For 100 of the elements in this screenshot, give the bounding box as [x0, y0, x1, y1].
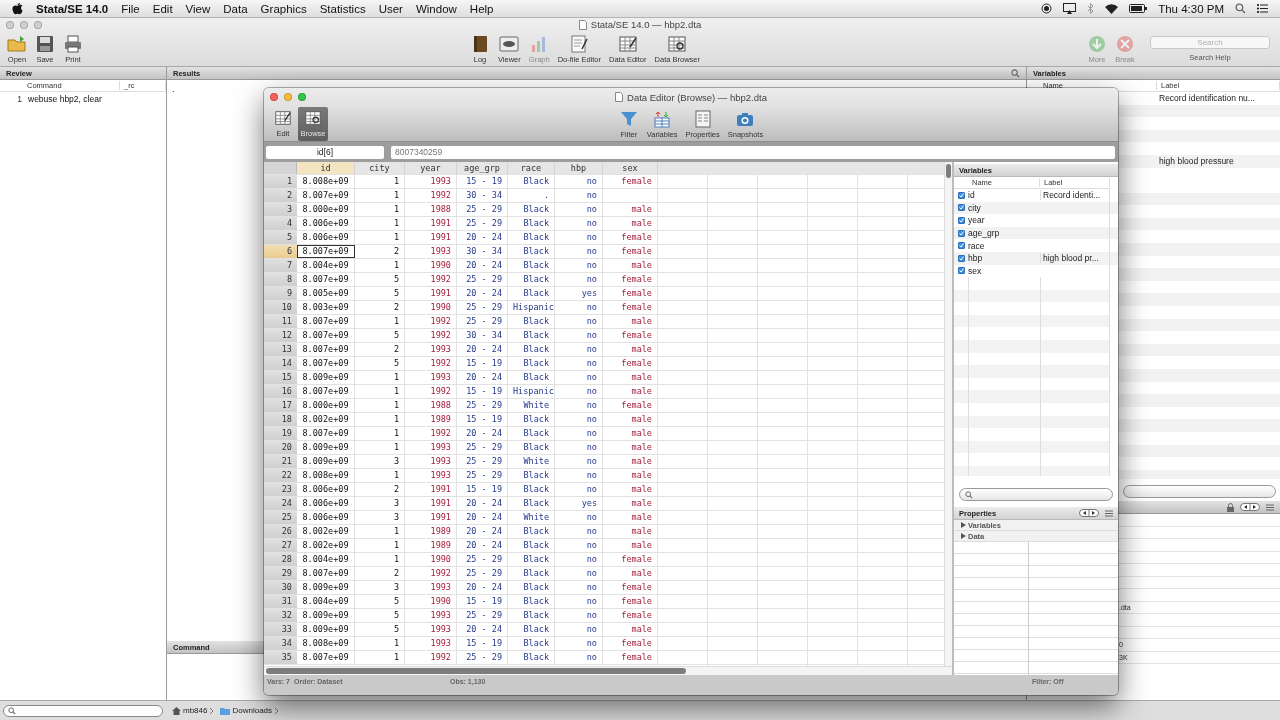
row-number[interactable]: 31	[264, 595, 297, 608]
filter-field[interactable]	[3, 704, 163, 717]
menu-item[interactable]: Help	[469, 2, 494, 15]
app-menu[interactable]: Stata/SE 14.0	[36, 2, 109, 15]
cell-value-field[interactable]: 8007340259	[391, 145, 1115, 159]
variable-name[interactable]: sex	[968, 265, 1040, 276]
menu-item[interactable]: User	[378, 2, 403, 15]
table-cell: male	[603, 525, 658, 538]
variable-name[interactable]: hbp	[968, 253, 1040, 264]
row-number[interactable]: 14	[264, 357, 297, 370]
variable-label: Record identi...	[1040, 190, 1109, 201]
table-cell: White	[508, 511, 555, 524]
checkbox[interactable]	[958, 242, 965, 250]
checkbox[interactable]	[958, 229, 965, 237]
table-cell: 1	[355, 259, 405, 272]
disclosure-triangle-icon[interactable]	[960, 522, 966, 529]
table-cell: no	[555, 259, 603, 272]
row-number[interactable]: 4	[264, 217, 297, 230]
row-number[interactable]: 34	[264, 637, 297, 650]
path-item[interactable]: mb846	[183, 706, 208, 715]
disclosure-triangle-icon[interactable]	[960, 533, 966, 540]
menu-item[interactable]: Edit	[152, 2, 173, 15]
checkbox[interactable]	[958, 267, 965, 275]
menu-item[interactable]: Window	[415, 2, 457, 15]
table-cell: White	[508, 455, 555, 468]
row-number[interactable]: 11	[264, 315, 297, 328]
row-number[interactable]: 17	[264, 399, 297, 412]
row-number[interactable]: 29	[264, 567, 297, 580]
zoom-button[interactable]	[298, 93, 306, 101]
row-number[interactable]: 33	[264, 623, 297, 636]
variable-name[interactable]: city	[968, 202, 1040, 213]
close-button[interactable]	[270, 93, 278, 101]
record-icon	[1041, 3, 1053, 14]
close-button[interactable]	[6, 20, 14, 29]
checkbox[interactable]	[958, 191, 965, 199]
minimize-button[interactable]	[284, 93, 292, 101]
cell-name-field[interactable]: id[6]	[266, 145, 384, 159]
path-item[interactable]: Downloads	[232, 706, 273, 715]
command-text[interactable]: webuse hbp2, clear	[28, 93, 166, 104]
search-field[interactable]: Search	[1150, 35, 1270, 49]
table-cell: female	[603, 581, 658, 594]
column-header[interactable]: id	[297, 162, 355, 174]
menu-item[interactable]: Data	[223, 2, 248, 15]
row-number[interactable]: 26	[264, 525, 297, 538]
row-number[interactable]: 15	[264, 371, 297, 384]
menu-item[interactable]: File	[121, 2, 140, 15]
checkbox[interactable]	[958, 254, 965, 262]
row-number[interactable]: 13	[264, 343, 297, 356]
table-cell: 25 - 29	[457, 273, 508, 286]
row-number[interactable]: 10	[264, 301, 297, 314]
row-number[interactable]: 27	[264, 539, 297, 552]
variable-name[interactable]: id	[968, 190, 1040, 201]
table-cell: no	[555, 637, 603, 650]
row-number[interactable]: 22	[264, 469, 297, 482]
variable-name[interactable]: age_grp	[968, 228, 1040, 239]
table-cell: male	[603, 511, 658, 524]
zoom-button[interactable]	[34, 20, 42, 29]
row-number[interactable]: 1	[264, 175, 297, 188]
scrollbar[interactable]	[264, 666, 952, 675]
row-number[interactable]: 24	[264, 497, 297, 510]
menu-item[interactable]: Statistics	[319, 2, 366, 15]
row-number[interactable]: 9	[264, 287, 297, 300]
row-number[interactable]: 21	[264, 455, 297, 468]
filter-field[interactable]	[959, 488, 1113, 502]
row-number[interactable]: 20	[264, 441, 297, 454]
row-number[interactable]: 35	[264, 651, 297, 664]
menu-item[interactable]: View	[185, 2, 211, 15]
table-cell: Black	[508, 231, 555, 244]
row-number[interactable]: 28	[264, 553, 297, 566]
filter-field[interactable]	[1123, 485, 1276, 498]
variable-name[interactable]: race	[968, 240, 1040, 251]
row-number[interactable]: 7	[264, 259, 297, 272]
row-number[interactable]: 19	[264, 427, 297, 440]
row-number[interactable]: 5	[264, 231, 297, 244]
row-number[interactable]: 2	[264, 189, 297, 202]
table-cell: 1991	[405, 511, 457, 524]
scrollbar[interactable]	[944, 162, 952, 666]
row-number[interactable]: 25	[264, 511, 297, 524]
table-cell: male	[603, 567, 658, 580]
checkbox[interactable]	[958, 217, 965, 224]
row-number[interactable]: 3	[264, 203, 297, 216]
row-number[interactable]: 12	[264, 329, 297, 342]
checkbox[interactable]	[958, 204, 965, 212]
row-number[interactable]: 23	[264, 483, 297, 496]
row-number[interactable]: 8	[264, 273, 297, 286]
minimize-button[interactable]	[20, 20, 28, 29]
header-corner	[264, 162, 297, 174]
table-cell: 8.007e+09	[297, 245, 355, 258]
table-cell: 25 - 29	[457, 301, 508, 314]
row-number[interactable]: 30	[264, 581, 297, 594]
table-cell: 1993	[405, 609, 457, 622]
row-number[interactable]: 6	[264, 245, 297, 258]
row-number[interactable]: 16	[264, 385, 297, 398]
search-icon	[8, 706, 16, 715]
menu-item[interactable]: Graphics	[260, 2, 307, 15]
row-number[interactable]: 18	[264, 413, 297, 426]
row-number[interactable]: 32	[264, 609, 297, 622]
table-cell: 20 - 24	[457, 511, 508, 524]
variable-name[interactable]: year	[968, 215, 1040, 226]
table-cell: 1992	[405, 189, 457, 202]
